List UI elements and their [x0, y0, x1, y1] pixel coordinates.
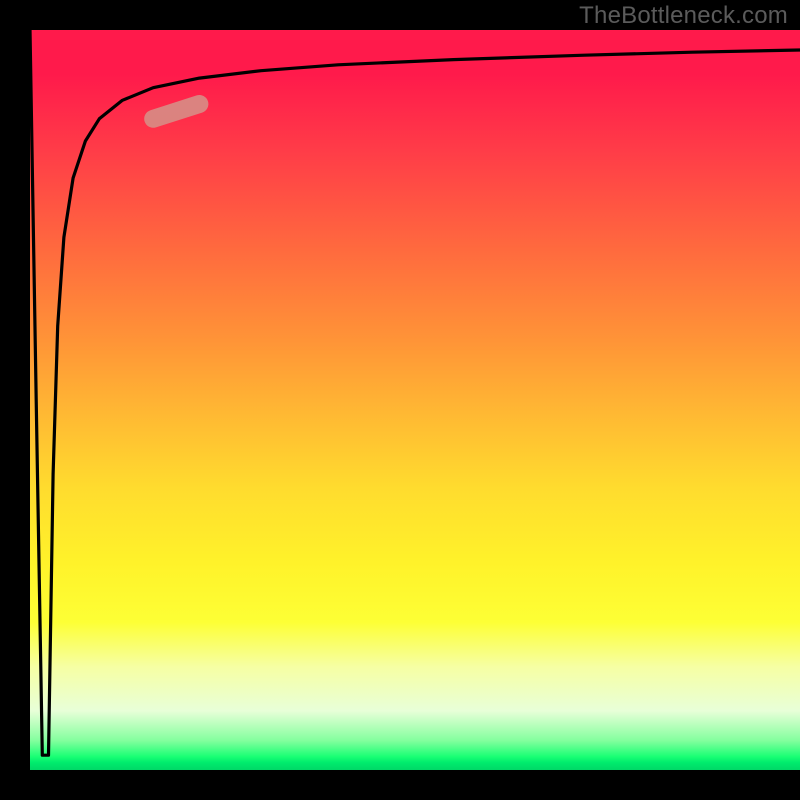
bottleneck-curve	[30, 30, 800, 755]
attribution-text: TheBottleneck.com	[579, 2, 788, 30]
chart-stage: TheBottleneck.com	[0, 0, 800, 800]
plot-area	[30, 30, 800, 770]
curve-layer	[30, 30, 800, 770]
highlight-marker-icon	[153, 104, 199, 119]
